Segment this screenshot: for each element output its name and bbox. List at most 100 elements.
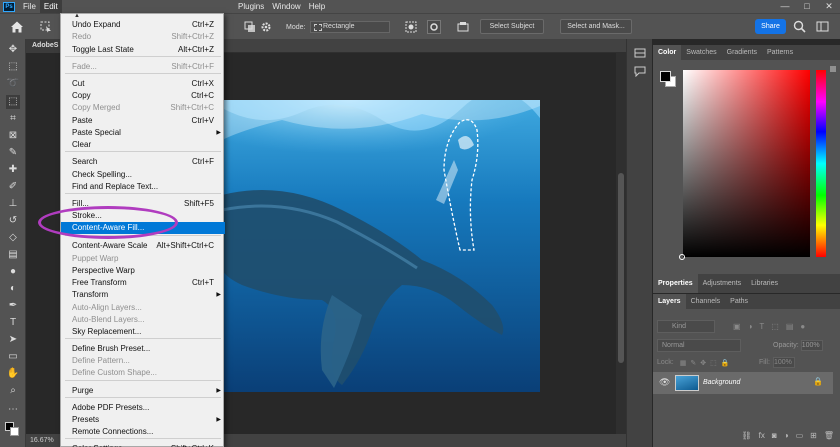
- smart-filter-icon[interactable]: ▤: [786, 322, 794, 331]
- menu-file[interactable]: File: [19, 0, 40, 13]
- folder-icon[interactable]: ▭: [796, 431, 804, 445]
- move-tool-icon[interactable]: ✥: [6, 43, 20, 57]
- menu-item-free-transform[interactable]: Free Transform Ctrl+T: [61, 277, 225, 289]
- menu-edit[interactable]: Edit: [39, 0, 62, 13]
- color-picker-cursor[interactable]: [679, 254, 685, 260]
- history-brush-icon[interactable]: ↺: [6, 214, 20, 228]
- zoom-level[interactable]: 16.67%: [30, 437, 54, 444]
- select-and-mask-button[interactable]: Select and Mask...: [560, 19, 632, 34]
- foreground-swatch[interactable]: [660, 71, 671, 82]
- share-button[interactable]: Share: [755, 19, 786, 34]
- menu-item-transform[interactable]: Transform ▶: [61, 289, 225, 301]
- menu-window[interactable]: Window: [268, 0, 304, 13]
- whale-photo[interactable]: [222, 100, 540, 392]
- marquee-tool-icon[interactable]: ⬚: [6, 60, 20, 74]
- scrollbar-thumb[interactable]: [618, 173, 624, 363]
- hand-tool-icon[interactable]: ✋: [6, 367, 20, 381]
- menu-item-define-custom-shape[interactable]: Define Custom Shape...: [61, 367, 225, 379]
- vertical-scrollbar[interactable]: [616, 53, 626, 434]
- tab-color[interactable]: Color: [653, 45, 682, 60]
- menu-item-find-and-replace-text[interactable]: Find and Replace Text...: [61, 181, 225, 193]
- minimize-button[interactable]: —: [774, 0, 796, 13]
- tab-adjustments[interactable]: Adjustments: [698, 274, 747, 293]
- rectangle-tool-icon[interactable]: ▭: [6, 350, 20, 364]
- tab-channels[interactable]: Channels: [686, 294, 726, 309]
- visibility-eye-icon[interactable]: 👁: [659, 377, 670, 387]
- settings-gear-icon[interactable]: [260, 21, 272, 33]
- menu-item-purge[interactable]: Purge ▶: [61, 385, 225, 397]
- menu-item-presets[interactable]: Presets ▶: [61, 414, 225, 426]
- crop-tool-icon[interactable]: ⌗: [6, 112, 20, 126]
- dodge-tool-icon[interactable]: ◐: [6, 282, 20, 296]
- tab-libraries[interactable]: Libraries: [746, 274, 783, 293]
- marquee-tool-icon[interactable]: [40, 21, 52, 33]
- menu-plugins[interactable]: Plugins: [234, 0, 268, 13]
- tab-patterns[interactable]: Patterns: [762, 45, 798, 60]
- search-icon[interactable]: [793, 20, 806, 33]
- menu-item-copy-merged[interactable]: Copy Merged Shift+Ctrl+C: [61, 102, 225, 114]
- eraser-tool-icon[interactable]: ◇: [6, 231, 20, 245]
- trash-icon[interactable]: 🗑: [824, 431, 834, 445]
- hue-slider[interactable]: [816, 70, 826, 257]
- menu-help[interactable]: Help: [305, 0, 329, 13]
- close-button[interactable]: ✕: [818, 0, 840, 13]
- menu-item-color-settings[interactable]: Color Settings... Shift+Ctrl+K: [61, 443, 225, 447]
- document-tab[interactable]: AdobeS: [26, 39, 65, 53]
- lasso-tool-icon[interactable]: ➰: [6, 77, 20, 91]
- tab-layers[interactable]: Layers: [653, 294, 686, 309]
- type-tool-icon[interactable]: T: [6, 316, 20, 330]
- clone-stamp-icon[interactable]: ⊥: [6, 197, 20, 211]
- path-selection-icon[interactable]: ➤: [6, 333, 20, 347]
- menu-item-cut[interactable]: Cut Ctrl+X: [61, 78, 225, 90]
- menu-item-remote-connections[interactable]: Remote Connections...: [61, 426, 225, 438]
- fx-icon[interactable]: fx: [759, 431, 765, 445]
- mode-select[interactable]: Rectangle: [310, 21, 390, 33]
- select-subject-button[interactable]: Select Subject: [480, 19, 544, 34]
- layer-lock-icon[interactable]: 🔒: [813, 377, 823, 386]
- pixel-filter-icon[interactable]: ▣: [733, 322, 741, 331]
- menu-item-puppet-warp[interactable]: Puppet Warp: [61, 253, 225, 265]
- tab-paths[interactable]: Paths: [725, 294, 753, 309]
- intersect-selection-icon[interactable]: [244, 21, 256, 33]
- zoom-tool-icon[interactable]: ⌕: [6, 384, 20, 398]
- home-icon[interactable]: [10, 20, 24, 34]
- menu-item-copy[interactable]: Copy Ctrl+C: [61, 90, 225, 102]
- menu-item-define-brush-preset[interactable]: Define Brush Preset...: [61, 343, 225, 355]
- menu-item-auto-align-layers[interactable]: Auto-Align Layers...: [61, 302, 225, 314]
- layer-row[interactable]: 👁 Background 🔒: [653, 372, 833, 394]
- saturation-value-picker[interactable]: [683, 70, 810, 257]
- menu-item-fade[interactable]: Fade... Shift+Ctrl+F: [61, 61, 225, 73]
- menu-item-adobe-pdf-presets[interactable]: Adobe PDF Presets...: [61, 402, 225, 414]
- lock-icons[interactable]: ▦✎✥⬚🔒: [680, 359, 734, 367]
- menu-item-redo[interactable]: Redo Shift+Ctrl+Z: [61, 31, 225, 43]
- adjustment-icon[interactable]: ◑: [784, 431, 789, 445]
- menu-item-content-aware-scale[interactable]: Content-Aware Scale Alt+Shift+Ctrl+C: [61, 240, 225, 252]
- new-layer-icon[interactable]: ⊞: [810, 431, 817, 445]
- workspace-icon[interactable]: [816, 20, 829, 33]
- fill-input[interactable]: 100%: [772, 357, 795, 368]
- kind-filter[interactable]: Kind: [657, 320, 715, 333]
- adjustment-filter-icon[interactable]: ◑: [748, 322, 753, 331]
- sample-layers-icon[interactable]: [457, 21, 469, 33]
- brush-tool-icon[interactable]: ✐: [6, 180, 20, 194]
- opacity-input[interactable]: 100%: [800, 340, 823, 351]
- menu-item-sky-replacement[interactable]: Sky Replacement...: [61, 326, 225, 338]
- menu-item-auto-blend-layers[interactable]: Auto-Blend Layers...: [61, 314, 225, 326]
- refresh-gear-icon[interactable]: [427, 20, 441, 34]
- frame-tool-icon[interactable]: ⊠: [6, 129, 20, 143]
- layer-name[interactable]: Background: [703, 372, 740, 394]
- menu-item-paste-special[interactable]: Paste Special ▶: [61, 127, 225, 139]
- menu-item-toggle-last-state[interactable]: Toggle Last State Alt+Ctrl+Z: [61, 44, 225, 56]
- menu-item-clear[interactable]: Clear: [61, 139, 225, 151]
- filter-toggle-icon[interactable]: ●: [800, 322, 805, 331]
- healing-brush-icon[interactable]: ✚: [6, 163, 20, 177]
- tab-gradients[interactable]: Gradients: [722, 45, 762, 60]
- pen-tool-icon[interactable]: ✒: [6, 299, 20, 313]
- tab-properties[interactable]: Properties: [653, 274, 698, 293]
- mask-icon[interactable]: ◙: [772, 431, 777, 445]
- menu-item-undo-expand[interactable]: Undo Expand Ctrl+Z: [61, 19, 225, 31]
- menu-item-search[interactable]: Search Ctrl+F: [61, 156, 225, 168]
- menu-item-check-spelling[interactable]: Check Spelling...: [61, 169, 225, 181]
- type-filter-icon[interactable]: T: [759, 322, 764, 331]
- blur-tool-icon[interactable]: ●: [6, 265, 20, 279]
